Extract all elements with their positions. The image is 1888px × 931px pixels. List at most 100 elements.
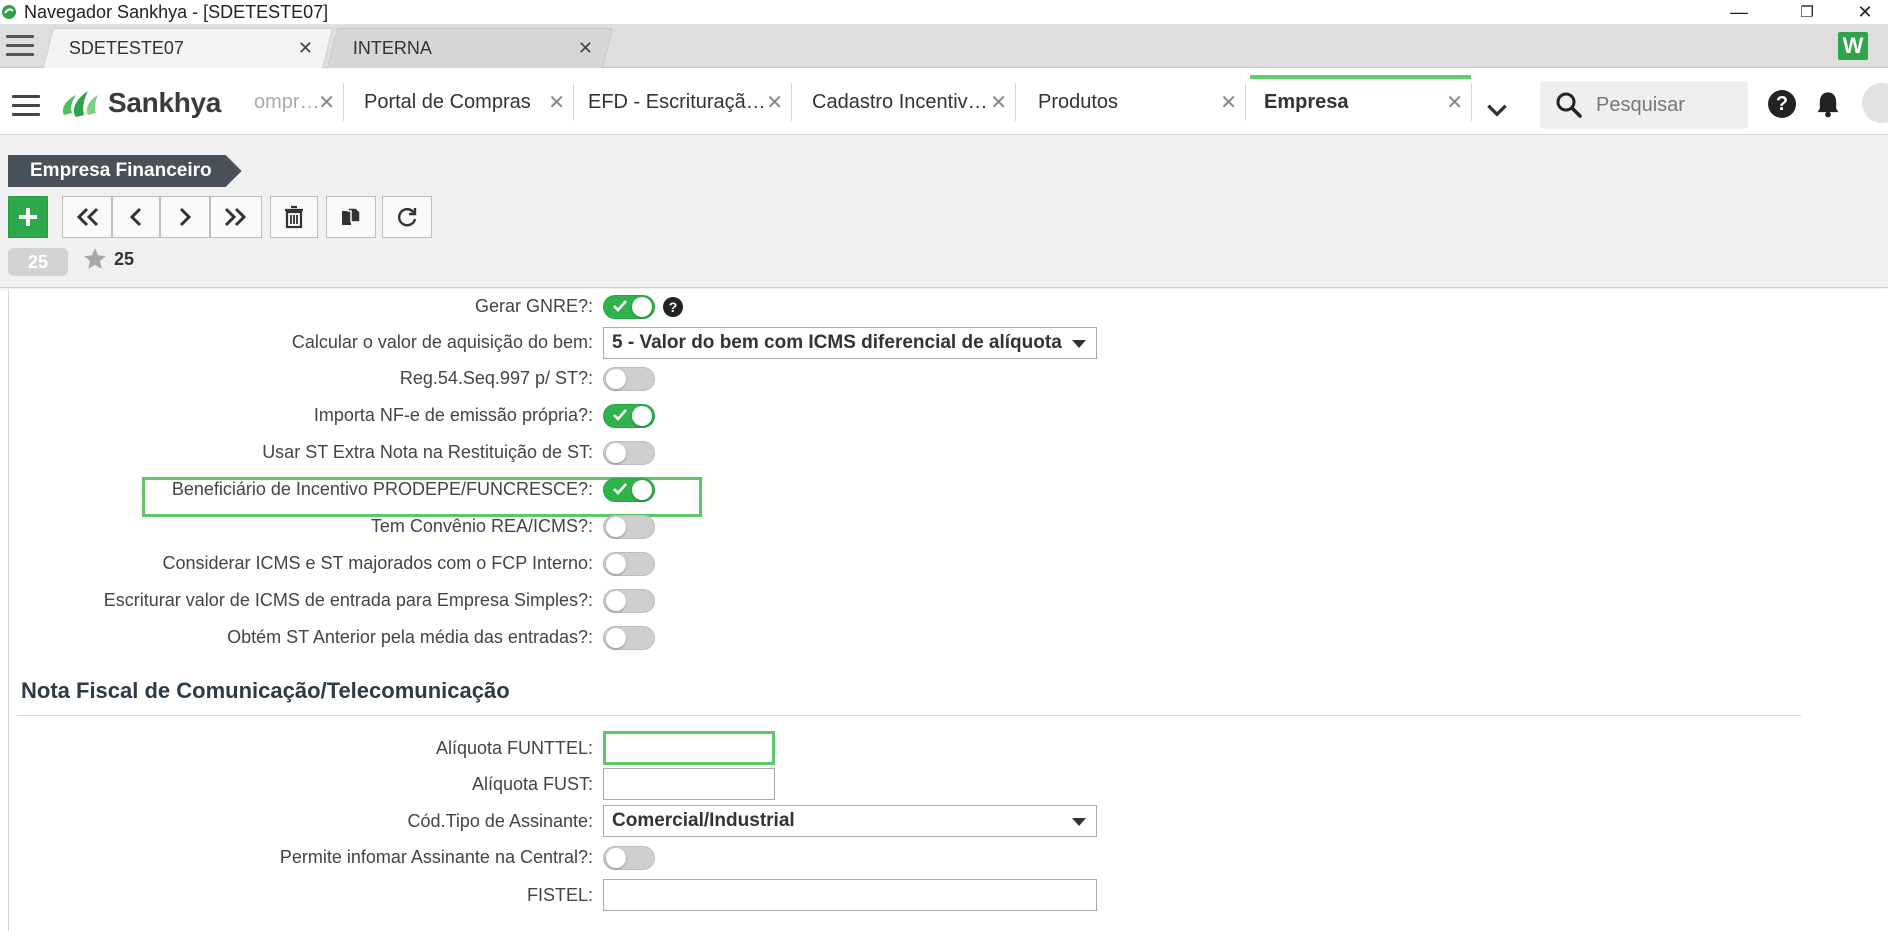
form-content: Gerar GNRE?: ? Calcular o valor de aquis… <box>8 289 1888 931</box>
field-aliquota-funttel: Alíquota FUNTTEL: <box>9 731 1109 765</box>
chevron-down-icon[interactable] <box>1484 97 1510 123</box>
help-icon[interactable]: ? <box>1768 90 1796 118</box>
hamburger-menu-icon[interactable] <box>12 95 40 117</box>
field-label: Calcular o valor de aquisição do bem: <box>291 332 593 352</box>
section-divider <box>17 715 1801 716</box>
field-label: Considerar ICMS e ST majorados com o FCP… <box>162 553 593 573</box>
browser-tab-interna[interactable]: INTERNA ✕ <box>327 28 613 68</box>
escriturar-icms-simples-toggle[interactable] <box>603 589 655 613</box>
previous-record-button[interactable] <box>112 196 160 238</box>
field-reg54: Reg.54.Seq.997 p/ ST?: <box>9 364 1109 394</box>
field-label: Gerar GNRE?: <box>474 296 593 316</box>
restore-button[interactable]: ❐ <box>1784 0 1830 24</box>
duplicate-button[interactable] <box>326 196 376 238</box>
form-header: Empresa Financeiro 25 25 <box>0 135 1888 288</box>
browser-tab-label: SDETESTE07 <box>68 38 184 58</box>
star-icon <box>84 248 106 269</box>
add-button[interactable] <box>8 196 48 238</box>
window-titlebar: Navegador Sankhya - [SDETESTE07] <box>0 0 1888 24</box>
search-input[interactable] <box>1596 93 1726 117</box>
icms-st-majorados-toggle[interactable] <box>603 552 655 576</box>
field-label: Cód.Tipo de Assinante: <box>407 811 593 831</box>
field-fistel: FISTEL: <box>9 879 1109 911</box>
app-icon <box>0 3 18 21</box>
close-window-button[interactable]: ✕ <box>1842 0 1888 24</box>
field-icms-st-majorados: Considerar ICMS e ST majorados com o FCP… <box>9 549 1109 579</box>
field-label: Alíquota FUNTTEL: <box>435 738 593 758</box>
importa-nfe-toggle[interactable] <box>603 404 655 428</box>
field-label: Alíquota FUST: <box>471 774 593 794</box>
chevron-left-icon <box>129 207 142 227</box>
help-question-icon[interactable]: ? <box>663 297 683 317</box>
refresh-button[interactable] <box>382 196 432 238</box>
field-label: Importa NF-e de emissão própria?: <box>313 405 593 425</box>
browser-tab-strip: SDETESTE07 ✕ INTERNA ✕ W <box>0 24 1888 68</box>
app-tab-compras[interactable]: ompr… ✕ <box>240 83 344 121</box>
field-aliquota-fust: Alíquota FUST: <box>9 768 1109 800</box>
check-icon <box>613 300 627 312</box>
next-record-button[interactable] <box>160 196 210 238</box>
close-tab-icon[interactable]: ✕ <box>578 38 593 59</box>
app-tab-efd[interactable]: EFD - Escrituraçã… ✕ <box>574 83 792 121</box>
menu-icon[interactable] <box>6 35 34 57</box>
w-logo-icon[interactable]: W <box>1838 32 1868 60</box>
obtem-st-anterior-toggle[interactable] <box>603 626 655 650</box>
field-calcular-valor-aquisicao: Calcular o valor de aquisição do bem: 5 … <box>9 327 1109 359</box>
field-convenio-rea: Tem Convênio REA/ICMS?: <box>9 512 1109 542</box>
double-chevron-left-icon <box>76 207 99 227</box>
avatar[interactable] <box>1862 83 1888 123</box>
field-usar-st-extra-nota: Usar ST Extra Nota na Restituição de ST: <box>9 438 1109 468</box>
field-gerar-gnre: Gerar GNRE?: ? <box>9 292 1109 322</box>
sankhya-logo-icon <box>62 91 98 117</box>
convenio-rea-toggle[interactable] <box>603 515 655 539</box>
aliquota-funttel-input[interactable] <box>603 731 775 765</box>
field-label: Tem Convênio REA/ICMS?: <box>370 516 593 536</box>
minimize-button[interactable]: — <box>1716 0 1762 24</box>
usar-st-extra-nota-toggle[interactable] <box>603 441 655 465</box>
close-tab-icon[interactable]: ✕ <box>766 90 783 115</box>
close-tab-icon[interactable]: ✕ <box>1446 90 1463 115</box>
field-label: Permite infomar Assinante na Central?: <box>279 847 593 867</box>
app-tab-produtos[interactable]: Produtos ✕ <box>1024 83 1246 121</box>
bell-icon[interactable] <box>1814 90 1842 118</box>
close-tab-icon[interactable]: ✕ <box>990 90 1007 115</box>
delete-button[interactable] <box>270 196 318 238</box>
plus-icon <box>19 208 37 226</box>
field-label: Obtém ST Anterior pela média das entrada… <box>227 627 593 647</box>
field-obtem-st-anterior: Obtém ST Anterior pela média das entrada… <box>9 623 1109 653</box>
section-title: Nota Fiscal de Comunicação/Telecomunicaç… <box>21 678 510 703</box>
permite-assinante-central-toggle[interactable] <box>603 846 655 870</box>
close-tab-icon[interactable]: ✕ <box>1220 90 1237 115</box>
refresh-icon <box>398 208 417 227</box>
first-record-button[interactable] <box>62 196 112 238</box>
fistel-input[interactable] <box>603 879 1097 911</box>
search-box[interactable] <box>1540 81 1748 129</box>
brand-logo[interactable]: Sankhya <box>58 85 221 121</box>
calcular-valor-aquisicao-select[interactable]: 5 - Valor do bem com ICMS diferencial de… <box>603 327 1097 359</box>
field-importa-nfe: Importa NF-e de emissão própria?: <box>9 401 1109 431</box>
app-tab-cadastro-incentivo[interactable]: Cadastro Incentiv… ✕ <box>798 83 1016 121</box>
favorite[interactable]: 25 <box>82 246 134 272</box>
beneficiario-prodepe-toggle[interactable] <box>603 478 655 502</box>
close-tab-icon[interactable]: ✕ <box>548 90 565 115</box>
field-label: Beneficiário de Incentivo PRODEPE/FUNCRE… <box>171 479 593 499</box>
app-tab-empresa[interactable]: Empresa ✕ <box>1250 75 1472 121</box>
reg54-toggle[interactable] <box>603 367 655 391</box>
app-tab-portal-de-compras[interactable]: Portal de Compras ✕ <box>350 83 574 121</box>
browser-tab-sdeteste07[interactable]: SDETESTE07 ✕ <box>43 28 333 68</box>
field-cod-tipo-assinante: Cód.Tipo de Assinante: Comercial/Industr… <box>9 805 1109 837</box>
close-tab-icon[interactable]: ✕ <box>318 90 335 115</box>
check-icon <box>613 483 627 495</box>
copy-icon <box>342 207 361 225</box>
favorite-count: 25 <box>114 248 135 269</box>
double-chevron-right-icon <box>224 207 247 227</box>
brand-name: Sankhya <box>108 87 222 118</box>
field-permite-assinante-central: Permite infomar Assinante na Central?: <box>9 843 1109 873</box>
cod-tipo-assinante-select[interactable]: Comercial/Industrial <box>603 805 1097 837</box>
field-label: Escriturar valor de ICMS de entrada para… <box>103 590 593 610</box>
close-tab-icon[interactable]: ✕ <box>298 38 313 59</box>
last-record-button[interactable] <box>210 196 262 238</box>
aliquota-fust-input[interactable] <box>603 768 775 800</box>
gerar-gnre-toggle[interactable] <box>603 295 655 319</box>
chevron-right-icon <box>179 207 192 227</box>
